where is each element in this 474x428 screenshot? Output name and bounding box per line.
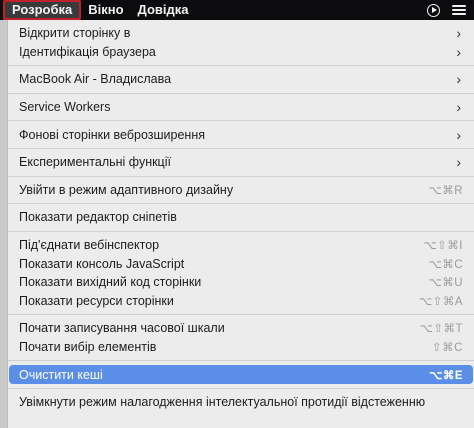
chevron-right-icon: › [456,126,461,143]
menu-item-label: Почати записування часової шкали [19,321,225,336]
menu-item[interactable]: Service Workers › [9,98,473,117]
menu-separator [8,387,474,389]
menu-separator [8,203,474,205]
menu-item-label: Увімкнути режим налагодження інтелектуал… [19,395,426,410]
menu-item-shortcut: ⌥⌘C [428,258,463,271]
menu-separator [8,360,474,362]
menu-item[interactable]: Увійти в режим адаптивного дизайну ⌥⌘R [9,181,473,200]
menu-item-label: Ідентифікація браузера [19,44,156,59]
menu-item-shortcut: ⌥⇧⌘I [423,240,463,253]
menu-item[interactable]: Очистити кеші ⌥⌘E [9,365,473,384]
menu-item-label: Очистити кеші [19,367,103,382]
menubar-develop[interactable]: Розробка [3,0,82,20]
menu-separator [8,230,474,232]
menu-bar: Розробка Вікно Довідка [0,0,474,20]
menu-item[interactable]: Експериментальні функції › [9,153,473,172]
menu-item[interactable]: Фонові сторінки веброзширення › [9,125,473,144]
menu-item-label: Відкрити сторінку в [19,26,131,41]
develop-dropdown-menu: Відкрити сторінку в › Ідентифікація браузе… [7,20,474,428]
menu-item-label: Фонові сторінки веброзширення [19,127,205,142]
menu-item-label: Почати вибір елементів [19,340,157,355]
chevron-right-icon: › [456,154,461,171]
menu-item[interactable]: Почати вибір елементів ⇧⌘C [9,338,473,357]
menu-separator [8,147,474,149]
menu-item[interactable]: Показати ресурси сторінки ⌥⇧⌘A [9,292,473,311]
menu-item-shortcut: ⌥⇧⌘T [419,323,463,336]
menu-item[interactable]: Показати редактор сніпетів [9,208,473,227]
menu-item-label: Показати редактор сніпетів [19,210,177,225]
menu-item-label: Під'єднати вебінспектор [19,238,160,253]
menu-item-label: MacBook Air - Владислава [19,72,172,87]
chevron-right-icon: › [456,43,461,60]
menu-item-shortcut: ⌥⇧⌘A [418,295,463,308]
status-area [427,0,474,20]
menu-item-label: Показати вихідний код сторінки [19,275,202,290]
menu-item-label: Показати консоль JavaScript [19,256,185,271]
menu-item[interactable]: Показати консоль JavaScript ⌥⌘C [9,254,473,273]
menu-item-shortcut: ⌥⌘U [428,277,463,290]
menu-separator [8,65,474,67]
menu-item-shortcut: ⌥⌘R [428,184,463,197]
menu-separator [8,175,474,177]
menu-item-label: Показати ресурси сторінки [19,293,174,308]
play-circle-icon[interactable] [427,3,440,17]
menu-item[interactable]: Почати записування часової шкали ⌥⇧⌘T [9,319,473,338]
menu-item[interactable]: Ідентифікація браузера › [9,43,473,62]
menu-item-shortcut: ⌥⌘E [429,369,463,382]
menu-item-label: Увійти в режим адаптивного дизайну [19,182,234,197]
chevron-right-icon: › [456,25,461,42]
menubar-window[interactable]: Вікно [81,0,130,20]
menu-item[interactable]: Увімкнути режим налагодження інтелектуал… [9,393,473,412]
menu-item-label: Експериментальні функції [19,155,171,170]
menu-item[interactable]: Показати вихідний код сторінки ⌥⌘U [9,273,473,292]
control-center-icon[interactable] [452,5,466,15]
menu-item-label: Service Workers [19,100,111,115]
menu-separator [8,120,474,122]
menubar-help[interactable]: Довідка [131,0,196,20]
menu-item[interactable]: MacBook Air - Владислава › [9,70,473,89]
menu-separator [8,314,474,316]
chevron-right-icon: › [456,71,461,88]
menu-item-shortcut: ⇧⌘C [432,342,463,355]
menu-item[interactable]: Відкрити сторінку в › [9,24,473,43]
menu-separator [8,92,474,94]
chevron-right-icon: › [456,99,461,116]
menu-item[interactable]: Під'єднати вебінспектор ⌥⇧⌘I [9,236,473,255]
